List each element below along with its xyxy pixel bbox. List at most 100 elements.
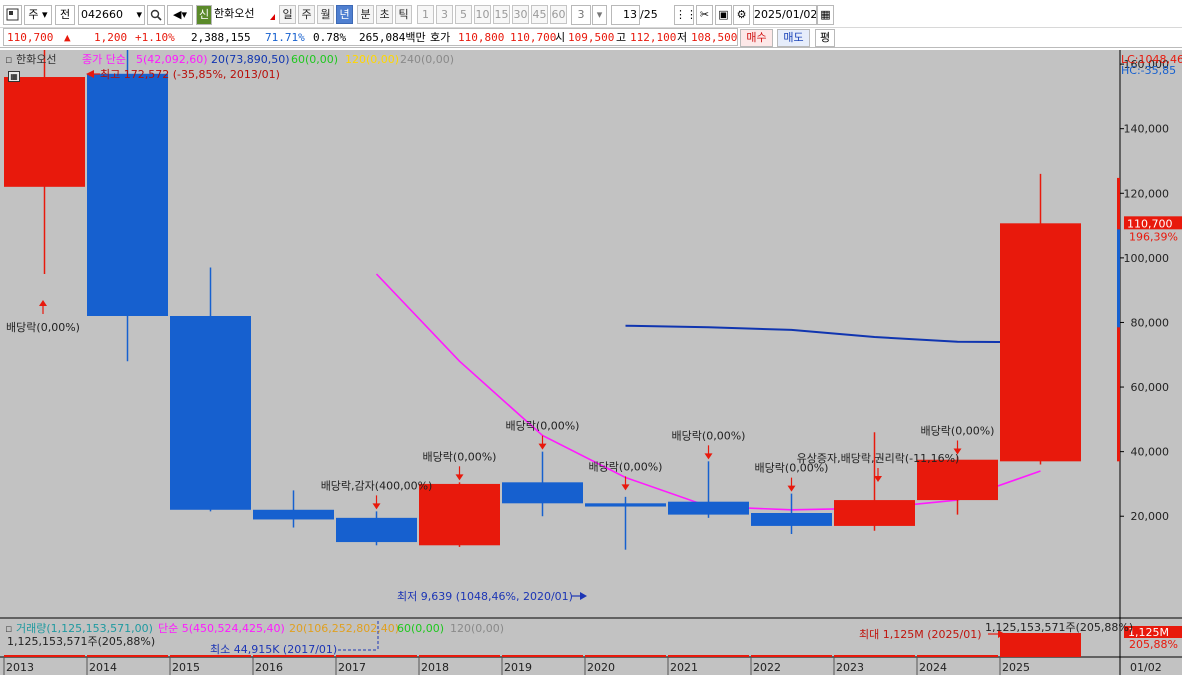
quote-open: 109,500 [568, 31, 615, 44]
volume-bar [585, 655, 666, 657]
num-button-5[interactable]: 5 [455, 5, 472, 24]
volume-bar [87, 655, 168, 657]
x-tick-label: 2017 [338, 661, 366, 674]
event-label-2017: 배당락,감자(400,00%) [321, 479, 433, 492]
quote-turnover: 0.78% [313, 31, 347, 44]
candle-body [253, 509, 334, 520]
candle-body [419, 483, 500, 546]
quote-amount: 265,084백만 [359, 31, 426, 44]
volume-bar [4, 655, 85, 657]
quote-low: 108,500 [691, 31, 738, 44]
tab-minute[interactable]: 분 [357, 5, 374, 24]
event-arrow-head [787, 485, 796, 492]
num-button-1[interactable]: 1 [417, 5, 434, 24]
volume-bar [834, 655, 915, 657]
volume-bar [668, 655, 749, 657]
legend-small-square-icon: ▫ [5, 53, 13, 66]
code-input[interactable]: 042660 ▾ [78, 5, 145, 25]
candle-body [751, 513, 832, 526]
code-value: 042660 [81, 8, 123, 21]
date-input[interactable]: 2025/01/02 [753, 5, 817, 25]
x-end-label: 01/02 [1130, 661, 1162, 674]
legend-ma20: 20(73,890,50) [211, 53, 290, 66]
high-note: 최고 172,572 (-35,85%, 2013/01) [100, 68, 280, 81]
chart-window-icon[interactable] [3, 5, 22, 25]
page-counter[interactable]: 13 [611, 5, 640, 25]
open-label: 시 [555, 31, 566, 44]
period-select-value: 주 [28, 8, 39, 21]
tab-tick[interactable]: 틱 [395, 5, 412, 24]
count-input[interactable]: 3 [571, 5, 591, 25]
candle-body [585, 503, 666, 507]
num-button-3[interactable]: 3 [436, 5, 453, 24]
toolbar: 주 ▾ 전 042660 ▾ ◀▾ 신 한화오선 일 주 월 년 분 초 틱 1 … [0, 0, 1182, 28]
x-tick-label: 2022 [753, 661, 781, 674]
sell-button[interactable]: 매도 [777, 29, 810, 47]
settings-dots-icon[interactable]: ⋮⋮ [674, 5, 694, 25]
num-button-30[interactable]: 30 [512, 5, 529, 24]
quote-bid: 110,800 [458, 31, 505, 44]
legend-ma5: 5(42,092,60) [136, 53, 208, 66]
event-arrow-head [538, 443, 547, 450]
quote-change-pct: +1.10% [135, 31, 175, 44]
tab-year[interactable]: 년 [336, 5, 353, 24]
buy-button[interactable]: 매수 [740, 29, 773, 47]
candle-body [502, 482, 583, 504]
quote-ask: 110,700 [510, 31, 557, 44]
prev-button[interactable]: 전 [55, 5, 75, 25]
y-tick-label: 100,000 [1124, 252, 1170, 265]
low-note: 최저 9,639 (1048,46%, 2020/01) [397, 590, 573, 603]
event-label-2023: 유상증자,배당락,권리락(-11,16%) [797, 452, 960, 465]
speaker-icon[interactable]: ◀▾ [167, 5, 193, 25]
legend-ma60: 60(0,00) [291, 53, 339, 66]
volume-axis-pct: 205,88% [1129, 638, 1178, 651]
vol-legend-ma5: 단순 5(450,524,425,40) [158, 622, 285, 635]
x-tick-label: 2021 [670, 661, 698, 674]
legend-ma120: 120(0,00) [345, 53, 400, 66]
y-tick-label: 40,000 [1131, 446, 1170, 459]
tools-icon[interactable]: ✂ [696, 5, 713, 25]
x-tick-label: 2019 [504, 661, 532, 674]
num-button-45[interactable]: 45 [531, 5, 548, 24]
event-arrow-head [372, 503, 381, 510]
gear-icon[interactable]: ⚙ [733, 5, 750, 25]
calendar-icon[interactable]: ▦ [817, 5, 834, 25]
quote-volume: 2,388,155 [191, 31, 251, 44]
chevron-down-icon: ▾ [136, 8, 142, 21]
x-tick-label: 2023 [836, 661, 864, 674]
candle-body [834, 500, 915, 526]
candle-body [4, 77, 85, 187]
num-button-10[interactable]: 10 [474, 5, 491, 24]
y-tick-label: 120,000 [1124, 187, 1170, 200]
tab-day[interactable]: 일 [279, 5, 296, 24]
candlestick-chart[interactable]: 1,125M205,88% 160,000140,000120,000100,0… [0, 50, 1182, 675]
num-button-15[interactable]: 15 [493, 5, 510, 24]
legend-ma-type: 종가 단순 [82, 53, 126, 66]
bid-label: 호가 [430, 31, 451, 44]
vol-legend-label: 거래량(1,125,153,571,00) [16, 622, 153, 635]
up-arrow-icon: ▲ [64, 31, 71, 44]
table-grid-icon[interactable]: ▦ [8, 71, 20, 82]
low-label: 저 [677, 31, 688, 44]
num-button-60[interactable]: 60 [550, 5, 567, 24]
avg-button[interactable]: 평 [815, 29, 835, 47]
save-icon[interactable]: ▣ [715, 5, 732, 25]
period-select[interactable]: 주 ▾ [24, 5, 52, 25]
event-label-2021: 배당락(0,00%) [672, 429, 746, 442]
y-tick-label: 80,000 [1131, 316, 1170, 329]
volume-bar [1000, 633, 1081, 657]
x-tick-label: 2025 [1002, 661, 1030, 674]
vol-legend-ma20: 20(106,252,802,40) [289, 622, 400, 635]
tab-second[interactable]: 초 [376, 5, 393, 24]
candle-body [668, 501, 749, 515]
vol-current: 1,125,153,571주(205,88%) [7, 635, 156, 648]
quote-high: 112,100 [630, 31, 677, 44]
count-dropdown-icon[interactable]: ▾ [592, 5, 607, 25]
window-icon [6, 8, 19, 21]
event-arrow-head [704, 453, 713, 460]
tab-week[interactable]: 주 [298, 5, 315, 24]
y-tick-label: 20,000 [1131, 510, 1170, 523]
corner-marker-icon [270, 14, 275, 20]
tab-month[interactable]: 월 [317, 5, 334, 24]
search-icon[interactable] [147, 5, 165, 25]
